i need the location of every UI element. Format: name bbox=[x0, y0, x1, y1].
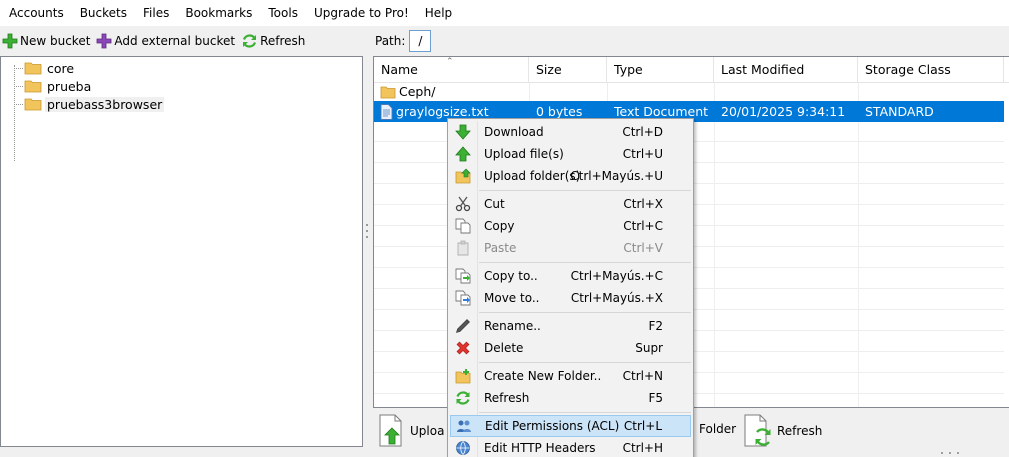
text-document-icon bbox=[380, 103, 393, 120]
menu-upgrade[interactable]: Upgrade to Pro! bbox=[306, 0, 417, 26]
menu-item-copy[interactable]: Copy Ctrl+C bbox=[450, 215, 691, 237]
menu-item-create-new-folder[interactable]: Create New Folder.. Ctrl+N bbox=[450, 365, 691, 387]
refresh-icon bbox=[243, 34, 257, 48]
upload-file-icon bbox=[379, 414, 402, 447]
menu-item-copy-to[interactable]: Copy to.. Ctrl+Mayús.+C bbox=[450, 265, 691, 287]
refresh-files-label: Refresh bbox=[777, 424, 823, 438]
file-row[interactable]: Ceph/ bbox=[374, 81, 1004, 102]
purple-plus-icon bbox=[97, 33, 112, 49]
tree-branch bbox=[14, 67, 23, 69]
folder-icon bbox=[380, 86, 396, 98]
menu-item-paste: Paste Ctrl+V bbox=[450, 237, 691, 259]
permissions-icon bbox=[457, 420, 471, 432]
add-external-bucket-label: Add external bucket bbox=[114, 34, 236, 48]
tree-item-prueba[interactable]: prueba bbox=[14, 77, 93, 95]
tree-branch bbox=[14, 103, 23, 105]
upload-folder-icon bbox=[455, 168, 471, 184]
menu-separator bbox=[479, 362, 691, 363]
upload-arrow-icon bbox=[455, 146, 471, 162]
green-plus-icon bbox=[2, 33, 18, 49]
copy-icon bbox=[455, 218, 471, 234]
pencil-icon bbox=[456, 319, 470, 333]
download-arrow-icon bbox=[455, 124, 471, 140]
menu-tools[interactable]: Tools bbox=[260, 0, 306, 26]
file-name-cell: Ceph/ bbox=[374, 81, 529, 102]
upload-label: Uploa bbox=[410, 424, 445, 438]
menu-files[interactable]: Files bbox=[135, 0, 177, 26]
folder-icon bbox=[24, 62, 42, 75]
new-folder-icon bbox=[455, 369, 471, 384]
column-size[interactable]: Size bbox=[529, 57, 607, 83]
menu-accounts[interactable]: Accounts bbox=[0, 0, 72, 26]
upload-button[interactable]: Uploa bbox=[378, 414, 444, 448]
bucket-toolbar: New bucket Add external bucket Refresh bbox=[0, 29, 362, 53]
menu-separator bbox=[479, 190, 691, 191]
context-menu: Download Ctrl+D Upload file(s) Ctrl+U Up… bbox=[447, 118, 694, 457]
tree-item-core[interactable]: core bbox=[14, 59, 76, 77]
resize-grip[interactable] bbox=[941, 452, 971, 455]
refresh-file-icon bbox=[744, 414, 771, 447]
path-input[interactable]: / bbox=[409, 30, 432, 52]
new-folder-button[interactable]: Folder bbox=[699, 422, 736, 436]
refresh-files-button[interactable]: Refresh bbox=[743, 414, 822, 448]
path-bar: Path: / bbox=[375, 29, 432, 53]
menu-item-upload-files[interactable]: Upload file(s) Ctrl+U bbox=[450, 143, 691, 165]
refresh-buckets-button[interactable]: Refresh bbox=[239, 30, 309, 52]
menu-bar: Accounts Buckets Files Bookmarks Tools U… bbox=[0, 0, 1009, 26]
sort-ascending-icon: ⌃ bbox=[446, 57, 454, 67]
bucket-tree: core prueba pruebass3browser bbox=[0, 56, 363, 447]
column-name[interactable]: ⌃ Name bbox=[374, 57, 529, 83]
add-external-bucket-button[interactable]: Add external bucket bbox=[94, 30, 239, 52]
refresh-icon bbox=[456, 391, 470, 405]
menu-separator bbox=[479, 262, 691, 263]
menu-item-move-to[interactable]: Move to.. Ctrl+Mayús.+X bbox=[450, 287, 691, 309]
column-type[interactable]: Type bbox=[607, 57, 714, 83]
tree-item-label: prueba bbox=[47, 78, 92, 94]
menu-bookmarks[interactable]: Bookmarks bbox=[177, 0, 260, 26]
paste-icon bbox=[457, 240, 469, 256]
file-modified-cell: 20/01/2025 9:34:11 bbox=[721, 104, 846, 119]
panel-splitter[interactable] bbox=[366, 224, 369, 246]
menu-separator bbox=[479, 312, 691, 313]
new-folder-label: Folder bbox=[699, 422, 737, 436]
copy-to-icon bbox=[455, 268, 471, 284]
menu-item-delete[interactable]: Delete Supr bbox=[450, 337, 691, 359]
path-label: Path: bbox=[375, 34, 406, 48]
menu-item-edit-permissions[interactable]: Edit Permissions (ACL) Ctrl+L bbox=[450, 415, 691, 437]
folder-icon bbox=[24, 98, 42, 111]
tree-item-pruebass3browser[interactable]: pruebass3browser bbox=[14, 95, 165, 113]
column-storage-class[interactable]: Storage Class bbox=[858, 57, 1004, 83]
menu-item-refresh[interactable]: Refresh F5 bbox=[450, 387, 691, 409]
tree-item-label: pruebass3browser bbox=[45, 96, 165, 112]
tree-branch bbox=[14, 85, 23, 87]
refresh-buckets-label: Refresh bbox=[260, 34, 306, 48]
folder-icon bbox=[24, 80, 42, 93]
menu-item-rename[interactable]: Rename.. F2 bbox=[450, 315, 691, 337]
move-to-icon bbox=[455, 290, 471, 306]
menu-item-download[interactable]: Download Ctrl+D bbox=[450, 121, 691, 143]
new-bucket-button[interactable]: New bucket bbox=[0, 30, 94, 52]
column-last-modified[interactable]: Last Modified bbox=[714, 57, 858, 83]
red-x-icon bbox=[456, 341, 470, 355]
column-header: ⌃ Name Size Type Last Modified Storage C… bbox=[374, 57, 1009, 83]
menu-item-cut[interactable]: Cut Ctrl+X bbox=[450, 193, 691, 215]
menu-separator bbox=[479, 412, 691, 413]
http-headers-icon bbox=[456, 441, 470, 455]
tree-item-label: core bbox=[47, 60, 75, 76]
file-storage-cell: STANDARD bbox=[865, 104, 934, 119]
menu-item-upload-folders[interactable]: Upload folder(s) Ctrl+Mayús.+U bbox=[450, 165, 691, 187]
menu-buckets[interactable]: Buckets bbox=[72, 0, 135, 26]
menu-item-edit-http-headers[interactable]: Edit HTTP Headers Ctrl+H bbox=[450, 437, 691, 457]
new-bucket-label: New bucket bbox=[20, 34, 91, 48]
menu-help[interactable]: Help bbox=[417, 0, 460, 26]
scissors-icon bbox=[455, 196, 471, 212]
